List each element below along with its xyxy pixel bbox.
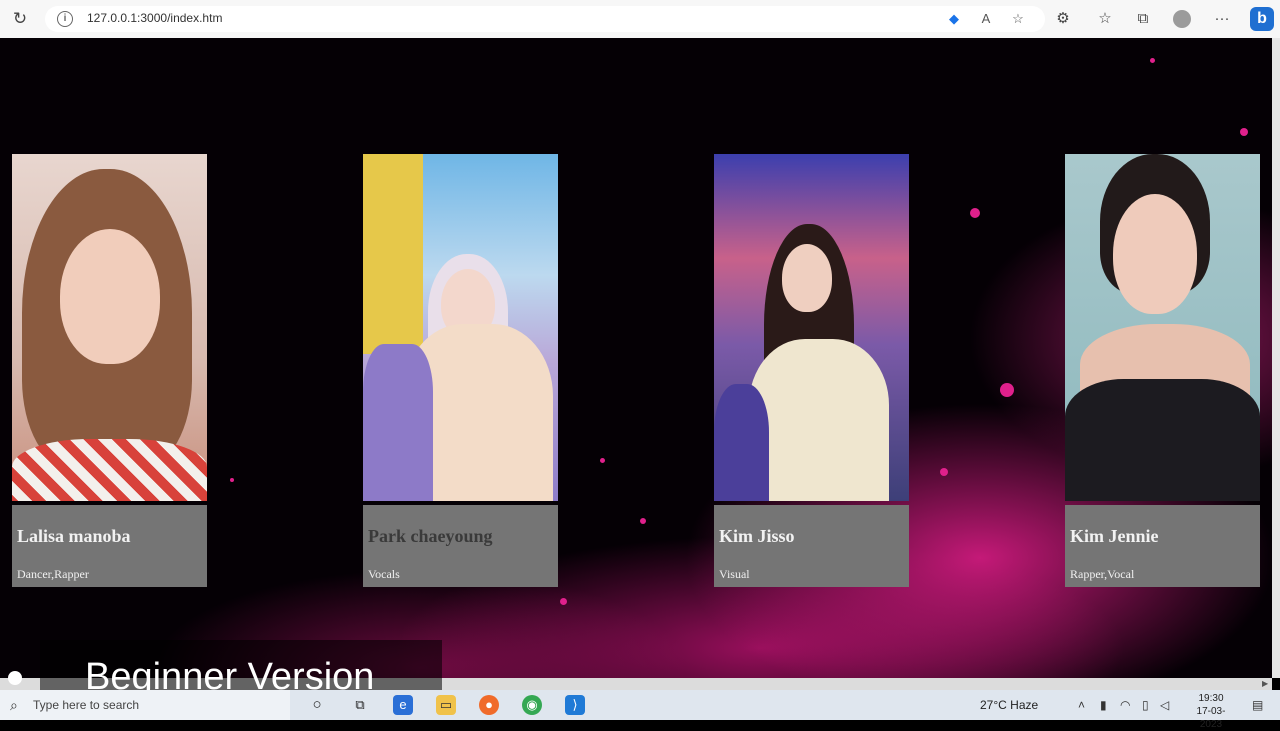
tracking-icon[interactable]: ◆ (945, 10, 963, 28)
member-name: Kim Jennie (1070, 526, 1159, 546)
system-clock[interactable]: 19:30 17-03-2023 (1186, 692, 1236, 731)
splatter-dot (600, 458, 605, 463)
taskbar: ⌕ Type here to search ○ ⧉ e ▭ ● ◉ ⟩ 27°C… (0, 690, 1280, 730)
member-card-jisoo[interactable]: Kim Jisso Visual (714, 154, 909, 587)
member-caption: Lalisa manoba Dancer,Rapper (12, 505, 207, 587)
vscode-icon[interactable]: ⟩ (565, 695, 585, 715)
splatter-dot (560, 598, 567, 605)
splatter-dot (1000, 383, 1014, 397)
member-photo (363, 154, 558, 501)
collections-icon[interactable]: ⧉ (1133, 9, 1153, 29)
address-bar[interactable]: i 127.0.0.1:3000/index.htm ◆ A ☆ (45, 6, 1045, 32)
member-photo (714, 154, 909, 501)
edge-icon[interactable]: e (393, 695, 413, 715)
notification-icon[interactable]: ▤ (1252, 697, 1263, 713)
member-role: Visual (719, 567, 750, 581)
member-role: Dancer,Rapper (17, 567, 89, 581)
microphone-icon[interactable]: ▯ (1142, 697, 1149, 713)
member-photo (12, 154, 207, 501)
favorites-icon[interactable]: ☆ (1095, 9, 1115, 29)
member-role: Vocals (368, 567, 400, 581)
clock-time: 19:30 (1198, 693, 1224, 704)
member-name: Lalisa manoba (17, 526, 131, 546)
vertical-scrollbar[interactable] (1272, 38, 1280, 678)
member-card-lisa[interactable]: Lalisa manoba Dancer,Rapper (12, 154, 207, 587)
extensions-icon[interactable]: ⚙ (1053, 9, 1073, 29)
search-icon: ⌕ (10, 697, 18, 713)
member-caption: Park chaeyoung Vocals (363, 505, 558, 587)
search-placeholder[interactable]: Type here to search (33, 698, 139, 712)
task-view-icon[interactable]: ⧉ (350, 695, 370, 715)
info-icon[interactable]: i (57, 11, 73, 27)
bing-icon[interactable]: b (1250, 7, 1274, 31)
member-name: Park chaeyoung (368, 526, 493, 546)
record-dot-icon (8, 671, 22, 685)
more-icon[interactable]: ··· (1212, 9, 1232, 29)
splatter-dot (640, 518, 646, 524)
browser-toolbar: ↻ i 127.0.0.1:3000/index.htm ◆ A ☆ ⚙ ☆ ⧉… (0, 0, 1280, 39)
firefox-icon[interactable]: ● (479, 695, 499, 715)
member-caption: Kim Jennie Rapper,Vocal (1065, 505, 1260, 587)
volume-icon[interactable]: ◁ (1160, 697, 1169, 713)
member-card-rose[interactable]: Park chaeyoung Vocals (363, 154, 558, 587)
refresh-icon[interactable]: ↻ (10, 9, 30, 29)
splatter-dot (940, 468, 948, 476)
file-explorer-icon[interactable]: ▭ (436, 695, 456, 715)
weather-text[interactable]: 27°C Haze (980, 698, 1038, 712)
member-name: Kim Jisso (719, 526, 795, 546)
taskbar-search[interactable]: ⌕ Type here to search (0, 690, 290, 720)
page-background: Lalisa manoba Dancer,Rapper Park chaeyou… (0, 38, 1272, 678)
url-text[interactable]: 127.0.0.1:3000/index.htm (87, 11, 222, 25)
chrome-icon[interactable]: ◉ (522, 695, 542, 715)
cortana-icon[interactable]: ○ (307, 695, 327, 715)
wifi-icon[interactable]: ◠ (1120, 697, 1130, 713)
read-aloud-icon[interactable]: A (977, 10, 995, 28)
splatter-dot (230, 478, 234, 482)
profile-icon[interactable] (1173, 10, 1191, 28)
chevron-up-icon[interactable]: ˄ (1078, 697, 1085, 713)
scroll-right-icon[interactable]: ▶ (1262, 680, 1270, 688)
splatter-dot (970, 208, 980, 218)
splatter-dot (1240, 128, 1248, 136)
member-caption: Kim Jisso Visual (714, 505, 909, 587)
favorite-star-icon[interactable]: ☆ (1009, 10, 1027, 28)
member-photo (1065, 154, 1260, 501)
clock-date: 17-03-2023 (1196, 706, 1226, 730)
member-card-jennie[interactable]: Kim Jennie Rapper,Vocal (1065, 154, 1260, 587)
battery-icon[interactable]: ▮ (1100, 697, 1107, 713)
splatter-dot (1150, 58, 1155, 63)
member-role: Rapper,Vocal (1070, 567, 1135, 581)
